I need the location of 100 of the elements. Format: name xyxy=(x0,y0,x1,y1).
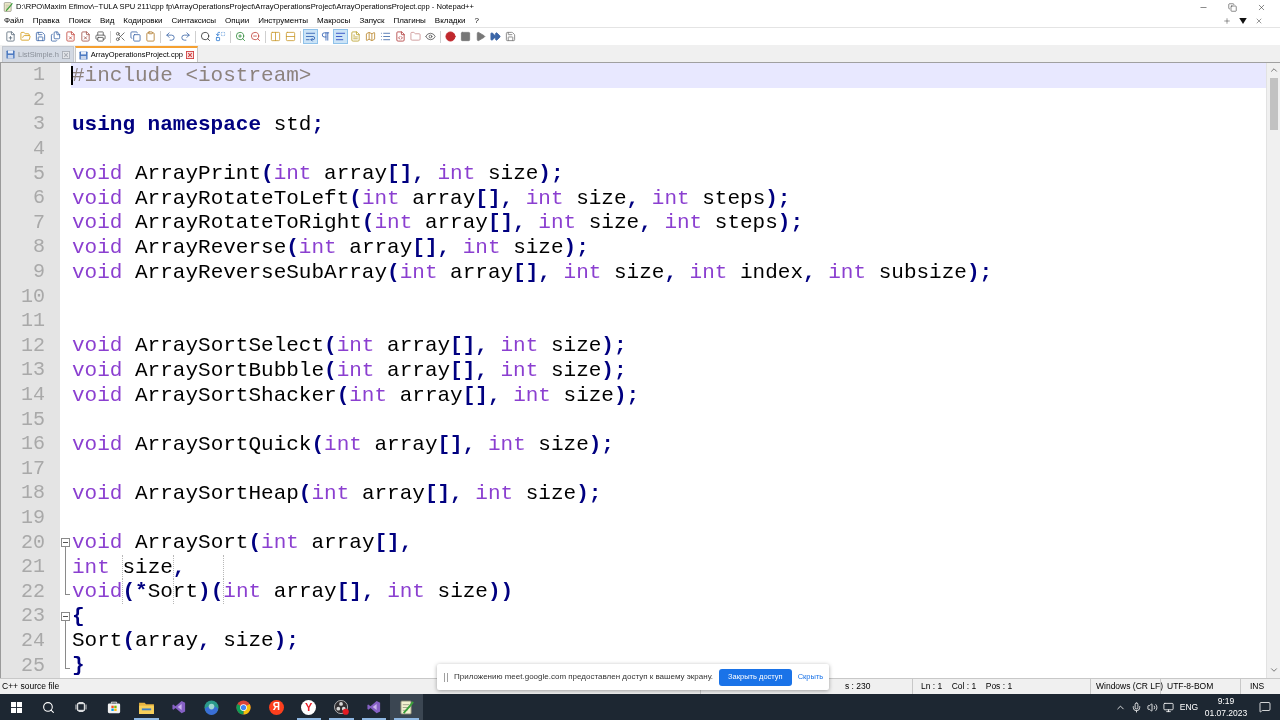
toolbar-button[interactable] xyxy=(113,29,128,44)
menu-item[interactable]: Синтаксисы xyxy=(171,16,217,25)
line-number: 9 xyxy=(33,262,45,283)
speaker-icon[interactable] xyxy=(1146,701,1158,713)
toolbar-button[interactable] xyxy=(248,29,263,44)
copy-icon xyxy=(130,31,141,42)
ribbon-logo-icon xyxy=(366,700,381,714)
code-line: #include <iostream> xyxy=(72,64,312,86)
toolbar-button[interactable] xyxy=(128,29,143,44)
app-logo: Y xyxy=(301,699,317,715)
code-file-icon xyxy=(395,31,406,42)
toolbar-button[interactable] xyxy=(78,29,93,44)
line-number: 16 xyxy=(21,434,45,455)
code-line: void ArrayRotateToLeft(int array[], int size, int steps); xyxy=(72,187,791,209)
monitor-icon[interactable] xyxy=(1162,701,1174,713)
code-line: void ArrayReverse(int array[], int size); xyxy=(72,236,589,258)
notice-text: Приложению meet.google.com предоставлен доступ к вашему экрану. xyxy=(454,673,714,681)
zoom-out-icon xyxy=(250,31,261,42)
menu-item[interactable]: Опции xyxy=(225,16,250,25)
play-icon xyxy=(475,31,486,42)
toolbar-button[interactable] xyxy=(303,29,318,44)
restore-icon[interactable] xyxy=(1228,2,1237,12)
document-icon xyxy=(350,31,361,42)
toolbar-button[interactable] xyxy=(63,29,78,44)
close-icon[interactable] xyxy=(1257,2,1266,12)
line-number: 24 xyxy=(21,630,45,651)
line-number: 15 xyxy=(21,409,45,430)
collapse-icon[interactable] xyxy=(61,538,70,548)
line-number: 7 xyxy=(33,212,45,233)
toolbar-button[interactable] xyxy=(458,29,473,44)
menu-item[interactable]: ? xyxy=(474,16,479,25)
line-number: 22 xyxy=(21,581,45,602)
round-app-icon xyxy=(203,699,219,715)
close-icon[interactable] xyxy=(61,50,70,59)
close-icon[interactable] xyxy=(186,51,194,59)
stop-icon xyxy=(460,31,471,42)
line-number: 5 xyxy=(33,163,45,184)
menu-item[interactable]: Инструменты xyxy=(258,16,308,25)
collapse-icon[interactable] xyxy=(61,612,70,622)
line-number: 25 xyxy=(21,655,45,676)
taskbar-app[interactable] xyxy=(390,694,423,720)
notification-icon[interactable] xyxy=(1259,701,1271,713)
task-view-icon[interactable] xyxy=(75,702,88,712)
menu-item[interactable]: Плагины xyxy=(393,16,426,25)
code-line: { xyxy=(72,605,85,627)
menu-item[interactable]: Кодировки xyxy=(123,16,163,25)
toolbar-button[interactable] xyxy=(93,29,108,44)
save-icon xyxy=(505,31,516,42)
line-number: 10 xyxy=(21,286,45,307)
toolbar-button[interactable] xyxy=(443,29,458,44)
folder-icon xyxy=(410,31,421,42)
toolbar-button[interactable] xyxy=(213,29,228,44)
line-number: 20 xyxy=(21,532,45,553)
close-icon[interactable] xyxy=(1255,16,1263,25)
encoding-text: UTF-8-BOM xyxy=(1167,682,1214,691)
toolbar-button[interactable] xyxy=(178,29,193,44)
language-indicator[interactable]: ENG xyxy=(1179,702,1199,712)
clock-time[interactable]: 9:19 xyxy=(1217,697,1235,706)
toolbar-button[interactable] xyxy=(233,29,248,44)
clock-date[interactable]: 01.07.2023 xyxy=(1204,708,1248,717)
scrollbar-thumb[interactable] xyxy=(1269,78,1278,130)
menu-item[interactable]: Запуск xyxy=(359,16,385,25)
toolbar-button[interactable] xyxy=(488,29,503,44)
toolbar-button[interactable] xyxy=(33,29,48,44)
toolbar-button[interactable] xyxy=(163,29,178,44)
menu-item[interactable]: Вид xyxy=(99,16,115,25)
menu-item[interactable]: Вкладки xyxy=(434,16,466,25)
vertical-scrollbar[interactable] xyxy=(1266,63,1280,678)
text-caret xyxy=(71,66,73,85)
toolbar-button[interactable] xyxy=(3,29,18,44)
plus-icon[interactable] xyxy=(1223,16,1231,25)
dropdown-icon[interactable] xyxy=(1239,17,1247,24)
menu-item[interactable]: Файл xyxy=(4,16,24,25)
menu-item[interactable]: Поиск xyxy=(68,16,91,25)
taskbar-app[interactable]: Y xyxy=(292,694,325,720)
line-number: 21 xyxy=(21,557,45,578)
printer-icon xyxy=(95,31,106,42)
files-icon xyxy=(50,31,61,42)
new-file-icon xyxy=(5,31,16,42)
menu-item[interactable]: Макросы xyxy=(317,16,351,25)
line-number: 12 xyxy=(21,335,45,356)
notepad-icon xyxy=(3,2,13,12)
toolbar-button[interactable] xyxy=(198,29,213,44)
undo-icon xyxy=(165,31,176,42)
toolbar-button[interactable] xyxy=(333,29,348,44)
search-icon[interactable] xyxy=(42,700,56,714)
line-number: 8 xyxy=(33,237,45,258)
menu-item[interactable]: Правка xyxy=(32,16,60,25)
microphone-icon[interactable] xyxy=(1130,701,1142,713)
code-line: } xyxy=(72,655,85,677)
clipboard-icon xyxy=(145,31,156,42)
grip-icon[interactable] xyxy=(444,672,448,682)
scroll-up-icon[interactable] xyxy=(1268,65,1279,75)
toolbar-button[interactable] xyxy=(393,29,408,44)
toolbar-button[interactable] xyxy=(503,29,518,44)
line-number: 23 xyxy=(21,606,45,627)
circle-logo-icon xyxy=(236,699,252,715)
taskbar-app[interactable]: Я xyxy=(260,694,293,720)
scroll-down-icon[interactable] xyxy=(1268,665,1279,675)
toolbar-button[interactable] xyxy=(48,29,63,44)
